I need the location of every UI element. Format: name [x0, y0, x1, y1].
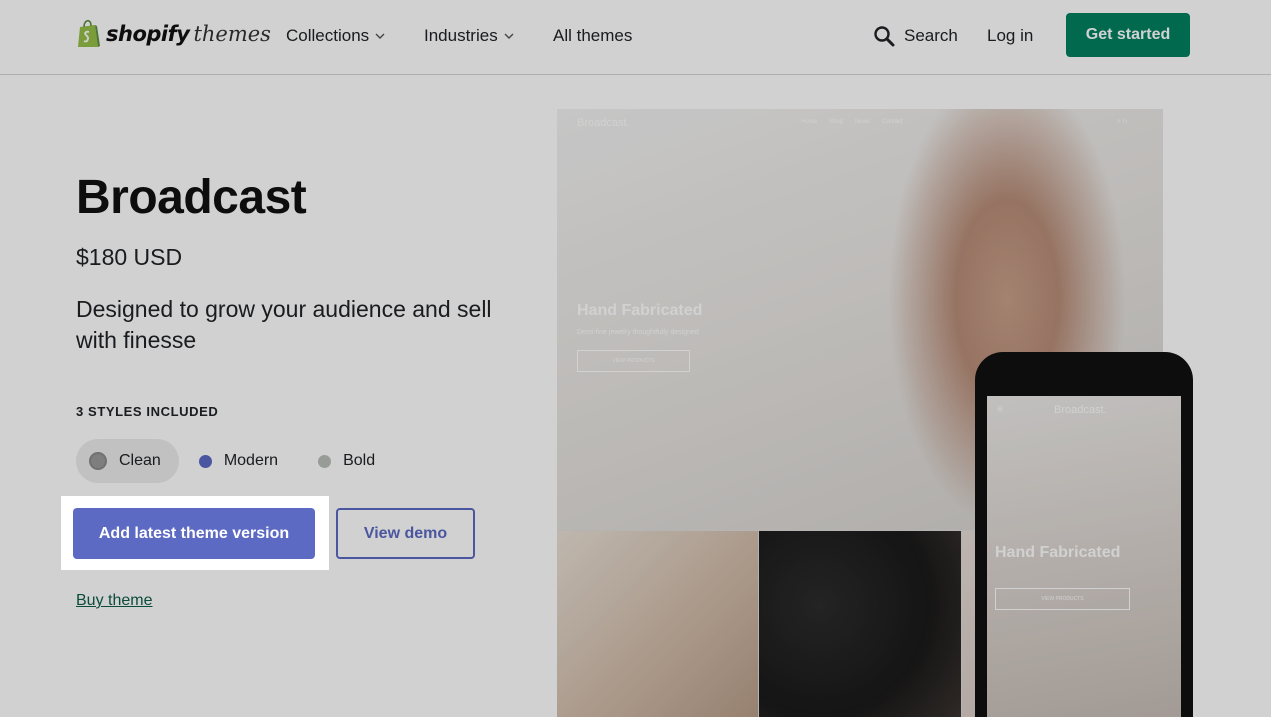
style-swatch: [318, 454, 332, 468]
preview-nav-item: Contact: [882, 119, 903, 125]
nav-industries[interactable]: Industries: [424, 0, 514, 72]
logo-suffix: themes: [193, 22, 271, 46]
search-icon: [874, 26, 895, 47]
preview-tile-earrings: [557, 531, 758, 717]
shopify-bag-icon: [78, 19, 100, 47]
style-option-label: Modern: [223, 452, 279, 469]
style-option-bold[interactable]: Bold: [298, 439, 395, 483]
hamburger-icon: ≡: [997, 404, 1003, 415]
theme-price: $180 USD: [76, 244, 183, 270]
theme-preview-mobile[interactable]: ≡ Broadcast. Hand Fabricated VIEW PRODUC…: [975, 352, 1193, 717]
chevron-down-icon: [375, 33, 385, 39]
login-label: Log in: [987, 26, 1034, 45]
nav-collections[interactable]: Collections: [286, 0, 385, 72]
site-header: shopify themes Collections Industries Al…: [0, 0, 1271, 75]
preview-hero-subtitle: Demi-fine jewelry thoughtfully designed: [577, 329, 699, 336]
add-latest-theme-button[interactable]: Add latest theme version: [73, 508, 315, 559]
style-option-modern[interactable]: Modern: [179, 439, 298, 483]
phone-hero-button: VIEW PRODUCTS: [995, 588, 1130, 610]
shopify-themes-logo[interactable]: shopify themes: [76, 18, 271, 50]
styles-label: 3 STYLES INCLUDED: [76, 404, 219, 419]
style-swatch: [89, 452, 107, 470]
nav-industries-label: Industries: [424, 26, 498, 45]
search-label: Search: [904, 26, 958, 45]
phone-screen: ≡ Broadcast. Hand Fabricated VIEW PRODUC…: [987, 396, 1181, 717]
login-link[interactable]: Log in: [987, 0, 1033, 72]
search-button[interactable]: Search: [873, 0, 958, 72]
style-options: Clean Modern Bold: [76, 439, 395, 483]
theme-tagline: Designed to grow your audience and sell …: [76, 296, 492, 353]
style-swatch: [198, 454, 212, 468]
nav-collections-label: Collections: [286, 26, 370, 45]
theme-title: Broadcast: [76, 171, 307, 224]
preview-brand: Broadcast.: [577, 117, 630, 129]
phone-brand: Broadcast.: [1054, 404, 1107, 416]
style-option-label: Bold: [343, 452, 376, 469]
preview-cart-icon: ⌕ ⊓: [1117, 118, 1127, 125]
preview-nav: Home Shop News Contact: [801, 119, 903, 125]
preview-hero-heading: Hand Fabricated: [577, 302, 703, 319]
chevron-down-icon: [504, 33, 514, 39]
style-option-label: Clean: [119, 452, 161, 469]
nav-all-themes[interactable]: All themes: [553, 0, 632, 72]
view-demo-button[interactable]: View demo: [336, 508, 475, 559]
preview-tile-necklace: [759, 531, 961, 717]
preview-nav-item: Home: [801, 119, 818, 125]
preview-nav-item: News: [855, 119, 871, 125]
preview-hero-button: VIEW PRODUCTS: [577, 350, 690, 372]
buy-theme-link[interactable]: Buy theme: [76, 592, 152, 610]
style-option-clean[interactable]: Clean: [76, 439, 179, 483]
logo-wordmark: shopify: [106, 22, 190, 46]
nav-all-themes-label: All themes: [553, 26, 633, 45]
phone-hero-heading: Hand Fabricated: [995, 544, 1121, 561]
preview-nav-item: Shop: [829, 119, 844, 125]
get-started-button[interactable]: Get started: [1066, 13, 1190, 57]
